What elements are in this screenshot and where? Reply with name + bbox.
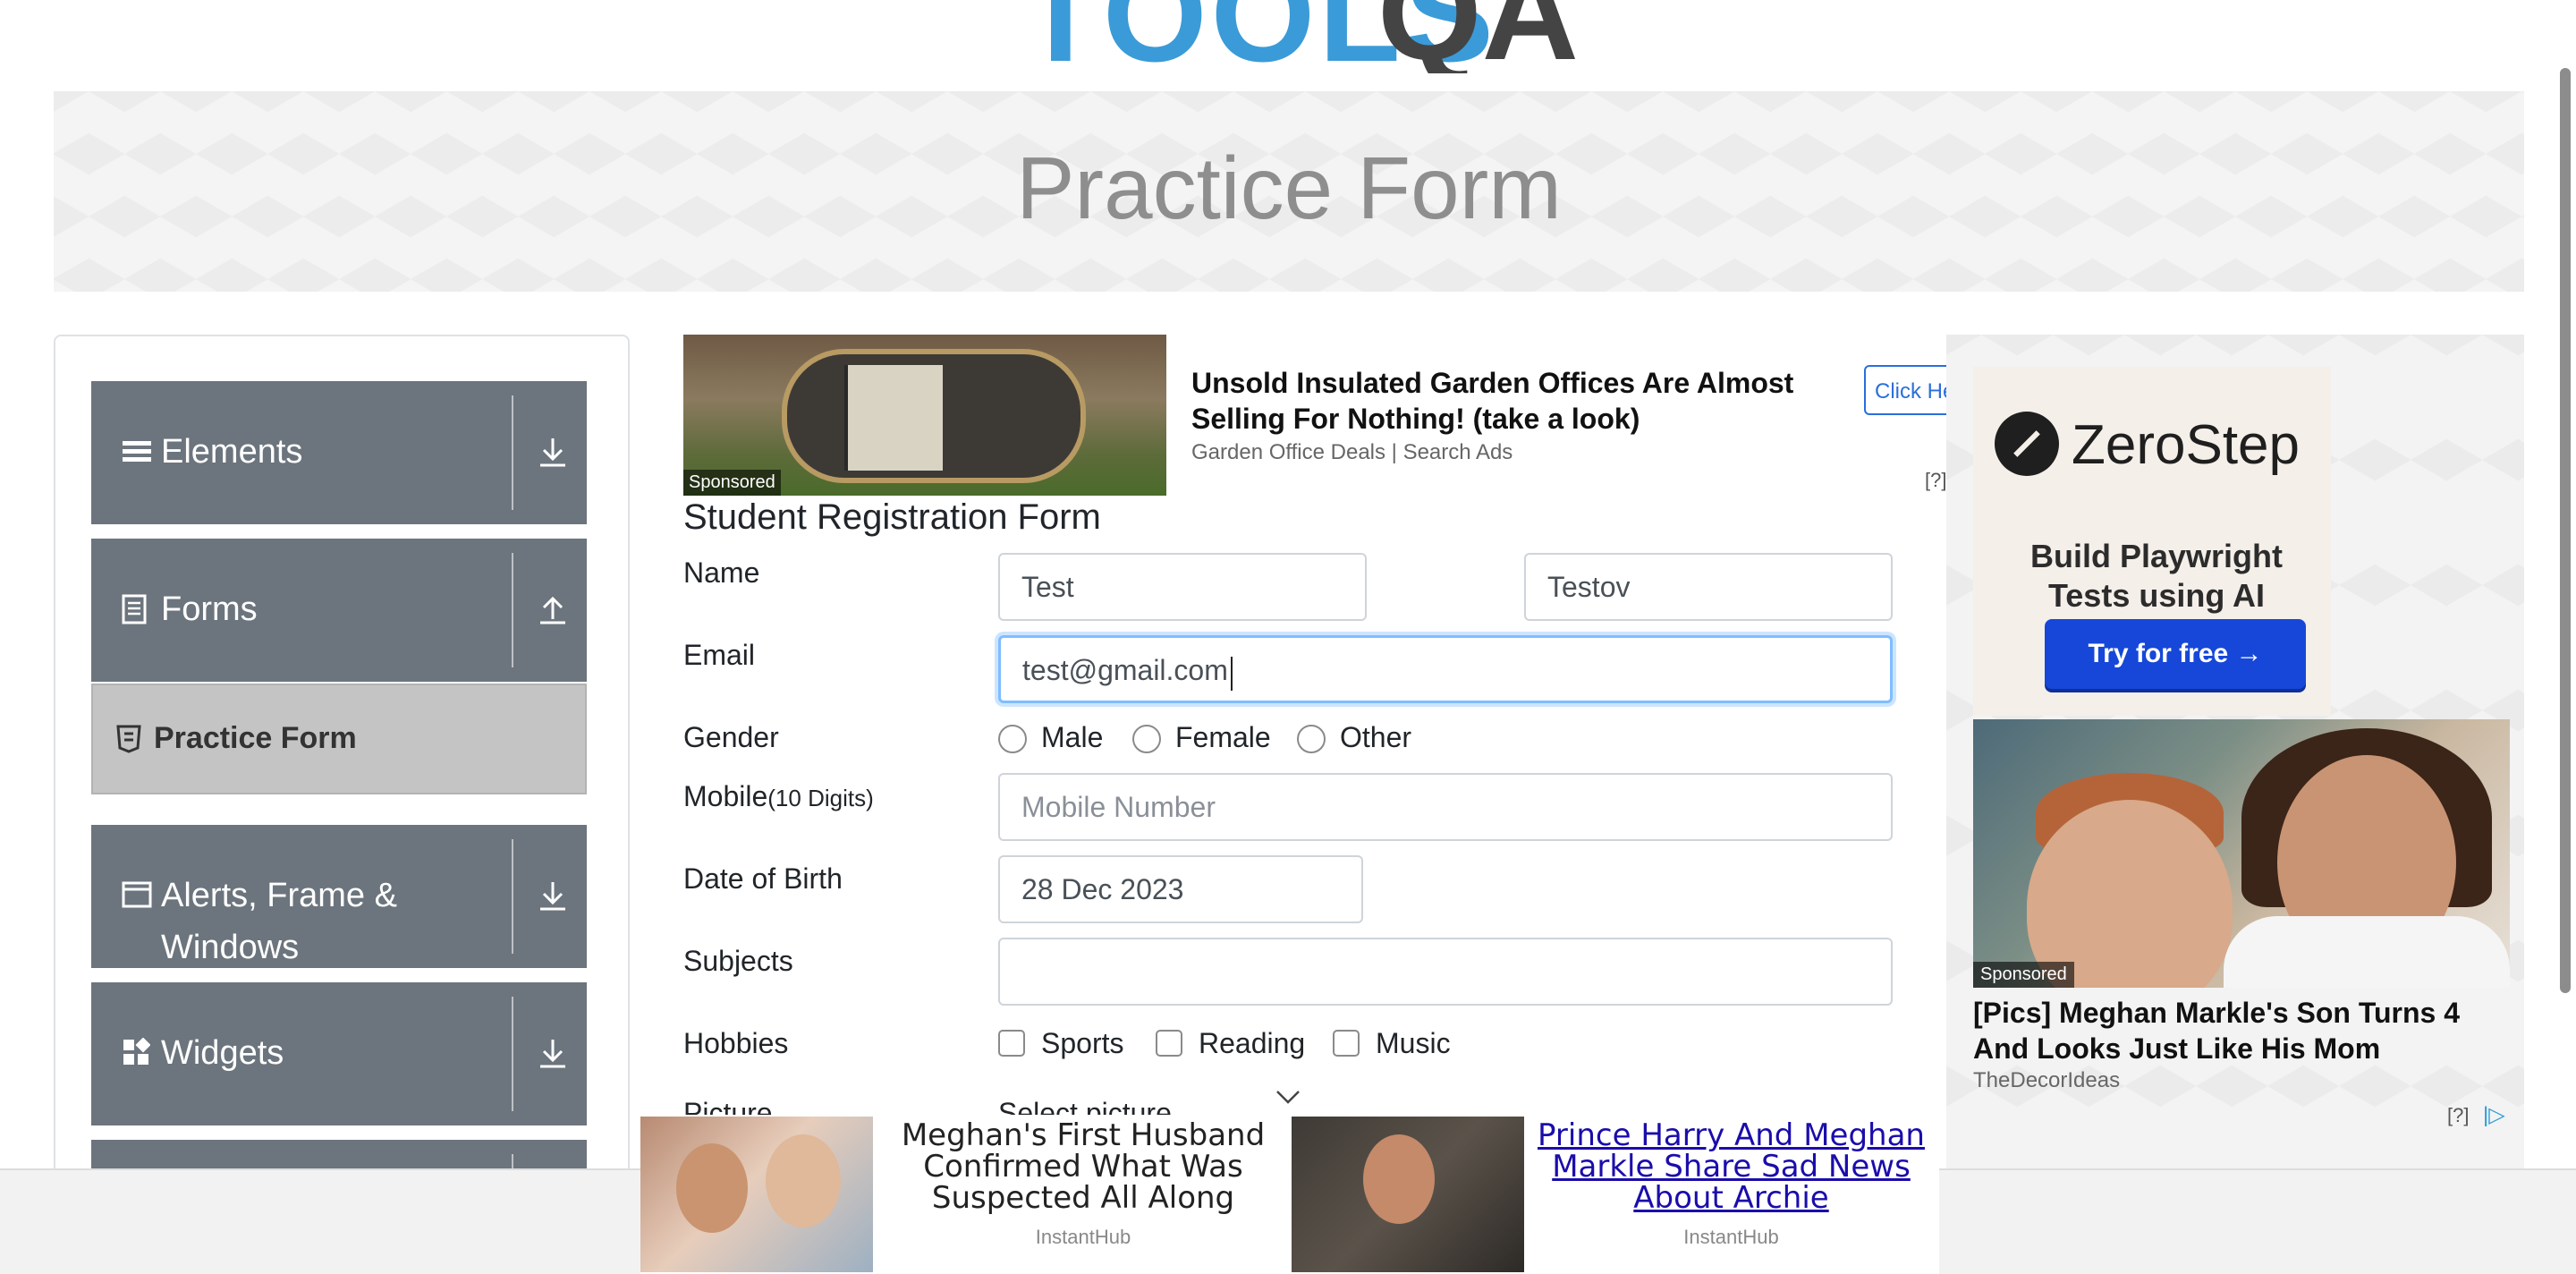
name-label: Name (683, 556, 760, 589)
sidebar-group-elements[interactable]: Elements (91, 381, 587, 524)
divider (512, 839, 513, 954)
bottom-ad[interactable]: Meghan's First Husband Confirmed What Wa… (640, 1115, 1939, 1274)
gender-other-label[interactable]: Other (1340, 721, 1411, 754)
html5-icon (116, 725, 141, 753)
ad-title[interactable]: Unsold Insulated Garden Offices Are Almo… (1191, 365, 1835, 437)
sidebar-group-label: Alerts, Frame & Windows (161, 877, 397, 966)
document-icon (122, 594, 147, 624)
download-arrow-icon[interactable] (535, 879, 571, 914)
email-input[interactable]: test@gmail.com (998, 635, 1893, 703)
mobile-label-text: Mobile (683, 780, 768, 812)
sidebar-item-label: Practice Form (154, 721, 357, 755)
ad-photo-left[interactable] (640, 1117, 873, 1272)
mobile-hint: (10 Digits) (767, 785, 874, 811)
text-cursor (1231, 657, 1233, 691)
upload-arrow-icon[interactable] (535, 592, 571, 628)
hobby-reading-label[interactable]: Reading (1199, 1027, 1305, 1060)
ad-garden-offices[interactable]: Sponsored Unsold Insulated Garden Office… (683, 335, 1953, 496)
page-banner: Practice Form (54, 91, 2524, 292)
ad-headline[interactable]: [Pics] Meghan Markle's Son Turns 4 And L… (1973, 995, 2510, 1066)
sidebar-group-label: Forms (161, 590, 258, 628)
page-scrollbar[interactable] (2560, 68, 2571, 993)
bottom-ad-right-source: InstantHub (1683, 1226, 1779, 1248)
bottom-ad-right-title[interactable]: Prince Harry And Meghan Markle Share Sad… (1528, 1120, 1935, 1214)
sidebar-group-forms[interactable]: Forms (91, 539, 587, 682)
zerostep-logo-icon (1995, 412, 2059, 476)
gender-label: Gender (683, 721, 779, 753)
dob-input[interactable]: 28 Dec 2023 (998, 855, 1363, 923)
subjects-input[interactable] (998, 938, 1893, 1006)
sidebar-group-label: Widgets (161, 1034, 284, 1072)
dob-label: Date of Birth (683, 862, 843, 895)
gender-female-radio[interactable] (1132, 725, 1161, 753)
toolsqa-logo[interactable]: TOOLS QA (1020, 0, 1583, 73)
sidebar-group-widgets[interactable]: Widgets (91, 982, 587, 1125)
bottom-ad-left-title[interactable]: Meghan's First Husband Confirmed What Wa… (882, 1120, 1284, 1214)
ad-photo-right[interactable] (1292, 1117, 1524, 1272)
page-title: Practice Form (1016, 139, 1562, 237)
hamburger-icon (123, 441, 151, 462)
hobby-sports-label[interactable]: Sports (1041, 1027, 1123, 1060)
photo-shape (676, 1143, 748, 1233)
ad-info-link[interactable]: [?] (1925, 469, 1946, 492)
ad-info-link[interactable]: [?] (2447, 1104, 2469, 1127)
gender-male-label[interactable]: Male (1041, 721, 1103, 754)
email-label: Email (683, 639, 756, 671)
gender-other-radio[interactable] (1297, 725, 1326, 753)
adchoices-icon[interactable]: |▷ (2483, 1102, 2505, 1128)
sidebar-group-alerts[interactable]: Alerts, Frame & Windows (91, 825, 587, 968)
sponsored-badge: Sponsored (683, 470, 781, 496)
form-title: Student Registration Form (683, 497, 1101, 537)
subjects-label: Subjects (683, 945, 793, 977)
sidebar-item-practice-form[interactable]: Practice Form (91, 684, 587, 794)
mobile-input[interactable]: Mobile Number (998, 773, 1893, 841)
zerostep-brand: ZeroStep (2072, 414, 2301, 476)
gender-male-radio[interactable] (998, 725, 1027, 753)
widgets-icon (123, 1038, 150, 1065)
hobby-reading-checkbox[interactable] (1156, 1030, 1182, 1057)
photo-shape (1363, 1134, 1435, 1224)
sidebar-group-label: Elements (161, 433, 303, 471)
ad-cta-button[interactable]: Click He (1864, 365, 1953, 415)
try-for-free-button[interactable]: Try for free → (2045, 619, 2306, 689)
sponsored-badge: Sponsored (1973, 962, 2074, 988)
download-arrow-icon[interactable] (535, 435, 571, 471)
ad-sidebar-right[interactable]: ZeroStep Build Playwright Tests using AI… (1946, 335, 2524, 1176)
window-icon (122, 881, 152, 908)
photo-shape (2224, 916, 2510, 988)
logo-text-qa: QA (1377, 0, 1579, 73)
divider (512, 997, 513, 1111)
divider (512, 553, 513, 667)
ad-source: TheDecorIdeas (1973, 1068, 2121, 1092)
zerostep-tagline: Build Playwright Tests using AI (2029, 538, 2284, 614)
gender-female-label[interactable]: Female (1175, 721, 1271, 754)
ad-image[interactable]: Sponsored (683, 335, 1166, 496)
mobile-label: Mobile(10 Digits) (683, 780, 874, 813)
divider (512, 395, 513, 510)
last-name-input[interactable]: Testov (1524, 553, 1893, 621)
hobby-music-label[interactable]: Music (1376, 1027, 1451, 1060)
hobby-music-checkbox[interactable] (1333, 1030, 1360, 1057)
download-arrow-icon[interactable] (535, 1036, 571, 1072)
chevron-down-icon[interactable] (1275, 1088, 1301, 1106)
sidebar: Elements Forms Practice Form Alerts, Fra… (54, 335, 630, 1274)
photo-shape (766, 1134, 841, 1227)
bottom-ad-left-source: InstantHub (1035, 1226, 1131, 1248)
hobbies-label: Hobbies (683, 1027, 789, 1059)
ad-photo[interactable]: Sponsored (1973, 719, 2510, 988)
garden-pod-door (844, 365, 943, 471)
ad-source: Garden Office Deals | Search Ads (1191, 440, 1513, 464)
hobby-sports-checkbox[interactable] (998, 1030, 1025, 1057)
first-name-input[interactable]: Test (998, 553, 1367, 621)
